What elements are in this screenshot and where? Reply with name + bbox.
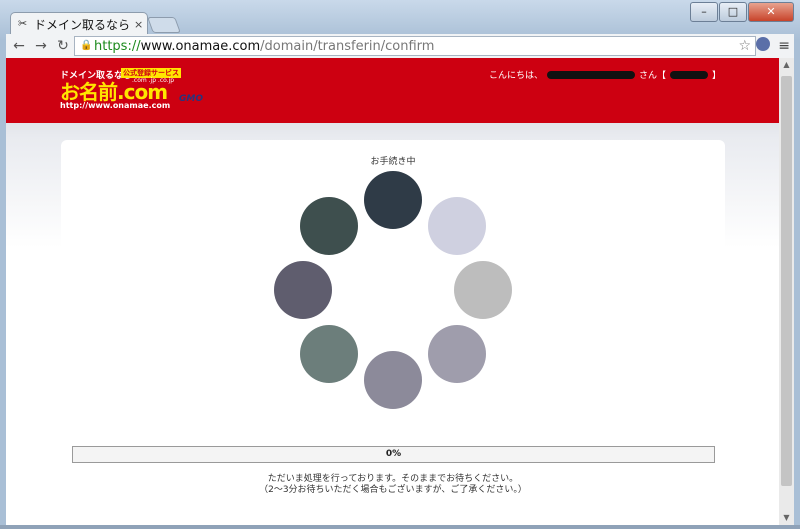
spinner-dot: [300, 197, 359, 256]
extension-icon[interactable]: [756, 37, 770, 51]
gmo-logo: GMO: [179, 94, 203, 104]
browser-window: ✂ ドメイン取るなら お × – □ ✕ ← → ↻ 🔒 https://www…: [0, 0, 800, 529]
progress-bar: 0%: [72, 446, 715, 463]
window-controls: – □ ✕: [689, 2, 794, 22]
scrollbar-thumb[interactable]: [781, 76, 792, 486]
bookmark-star-icon[interactable]: ☆: [738, 37, 751, 55]
url-text: https://www.onamae.com/domain/transferin…: [94, 38, 435, 54]
spinner-dot: [364, 351, 422, 409]
spinner-dot: [300, 324, 359, 383]
processing-card: お手続き中 0% ただいま処理を行っております。そのままでお待ちください。 （2…: [61, 140, 725, 525]
browser-tab[interactable]: ✂ ドメイン取るなら お ×: [10, 12, 148, 35]
redacted-username: [546, 70, 635, 79]
minimize-button[interactable]: –: [690, 2, 718, 22]
spinner-dot: [454, 261, 512, 319]
lock-icon: 🔒: [80, 40, 93, 51]
maximize-button[interactable]: □: [719, 2, 747, 22]
scroll-up-icon[interactable]: ▲: [779, 58, 794, 72]
logo-tlds: .com .jp .co.jp: [132, 77, 175, 84]
status-text: お手続き中: [370, 157, 416, 167]
spinner-dot: [274, 261, 332, 319]
loading-spinner: [271, 168, 515, 412]
address-bar[interactable]: 🔒 https://www.onamae.com/domain/transfer…: [74, 36, 756, 56]
spinner-dot: [427, 324, 486, 383]
spinner-dot: [427, 197, 486, 256]
user-greeting: こんにちは、 さん【 】: [488, 70, 721, 81]
wait-message: ただいま処理を行っております。そのままでお待ちください。 （2～3分お待ちいただ…: [259, 474, 527, 495]
vertical-scrollbar[interactable]: ▲ ▼: [779, 58, 794, 525]
taskbar-edge: [0, 525, 800, 529]
browser-toolbar: ← → ↻ 🔒 https://www.onamae.com/domain/tr…: [6, 34, 794, 58]
spinner-dot: [364, 171, 422, 229]
back-button[interactable]: ←: [10, 37, 28, 55]
redacted-user-id: [669, 70, 708, 79]
onamae-logo[interactable]: ドメイン取るなら 公式登録サービス お名前.com .com .jp .co.j…: [54, 68, 214, 112]
title-bar: ✂ ドメイン取るなら お × – □ ✕: [0, 0, 800, 35]
new-tab-button[interactable]: [147, 17, 181, 33]
site-header: ドメイン取るなら 公式登録サービス お名前.com .com .jp .co.j…: [6, 58, 779, 123]
forward-button[interactable]: →: [32, 37, 50, 55]
chrome-menu-icon[interactable]: ≡: [778, 37, 790, 55]
favicon-icon: ✂: [18, 17, 28, 30]
scroll-down-icon[interactable]: ▼: [779, 511, 794, 525]
page-content: ドメイン取るなら 公式登録サービス お名前.com .com .jp .co.j…: [6, 58, 779, 525]
logo-url: http://www.onamae.com: [60, 101, 171, 110]
reload-button[interactable]: ↻: [54, 37, 72, 55]
tab-title: ドメイン取るなら お: [34, 17, 132, 32]
tab-close-icon[interactable]: ×: [134, 18, 143, 31]
close-window-button[interactable]: ✕: [748, 2, 794, 22]
